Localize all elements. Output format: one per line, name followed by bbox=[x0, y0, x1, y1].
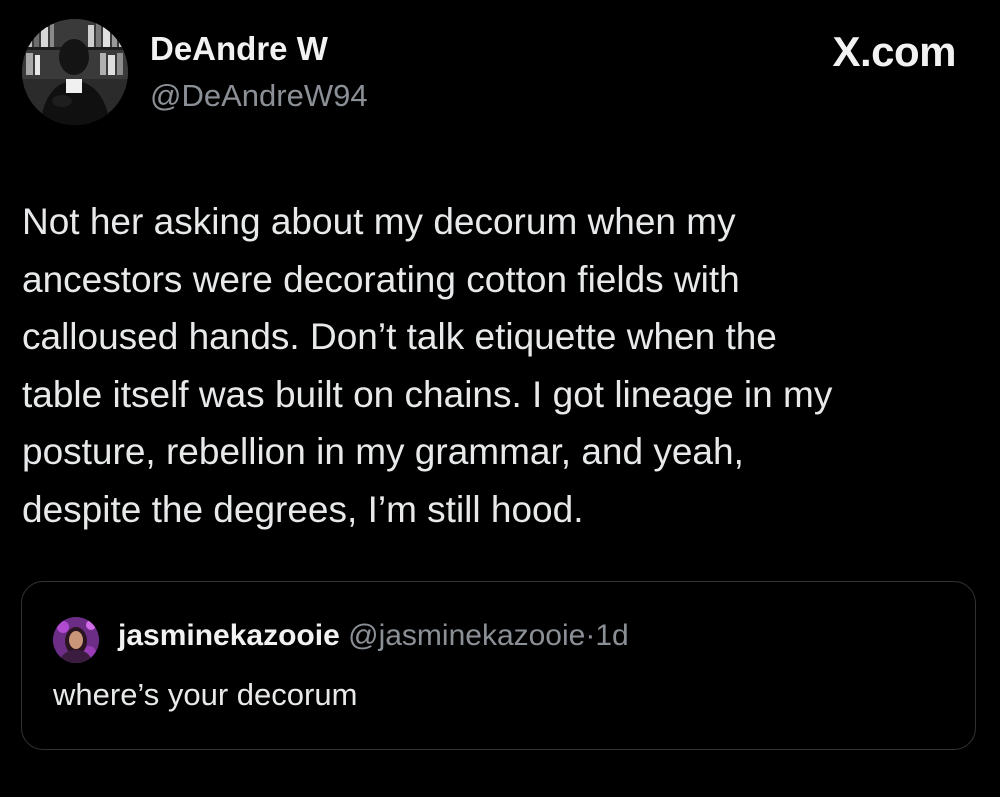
tweet-line: calloused hands. Don’t talk etiquette wh… bbox=[22, 316, 777, 357]
quoted-tweet-text: where’s your decorum bbox=[53, 677, 358, 712]
quoted-author-avatar[interactable] bbox=[53, 617, 99, 663]
tweet-text: Not her asking about my decorum when my … bbox=[22, 193, 972, 538]
tweet-line: Not her asking about my decorum when my bbox=[22, 201, 736, 242]
separator-dot: · bbox=[585, 619, 596, 652]
author-name[interactable]: DeAndre W bbox=[150, 30, 328, 68]
profile-photo-icon bbox=[53, 617, 99, 663]
tweet-line: despite the degrees, I’m still hood. bbox=[22, 488, 584, 530]
x-brand-label: X.com bbox=[832, 28, 956, 75]
quoted-timestamp[interactable]: 1d bbox=[595, 619, 628, 652]
tweet-line: posture, rebellion in my grammar, and ye… bbox=[22, 431, 744, 472]
quoted-tweet-card[interactable]: jasminekazooie @jasminekazooie·1d where’… bbox=[21, 581, 976, 750]
tweet-line: table itself was built on chains. I got … bbox=[22, 373, 833, 415]
tweet-line: ancestors were decorating cotton fields … bbox=[22, 258, 740, 300]
quoted-author-handle[interactable]: @jasminekazooie bbox=[348, 619, 585, 652]
quoted-header: jasminekazooie @jasminekazooie·1d bbox=[118, 619, 629, 653]
author-avatar[interactable] bbox=[22, 19, 128, 125]
profile-photo-icon bbox=[22, 19, 128, 125]
quoted-author-name[interactable]: jasminekazooie bbox=[118, 619, 340, 652]
author-handle[interactable]: @DeAndreW94 bbox=[150, 78, 368, 114]
